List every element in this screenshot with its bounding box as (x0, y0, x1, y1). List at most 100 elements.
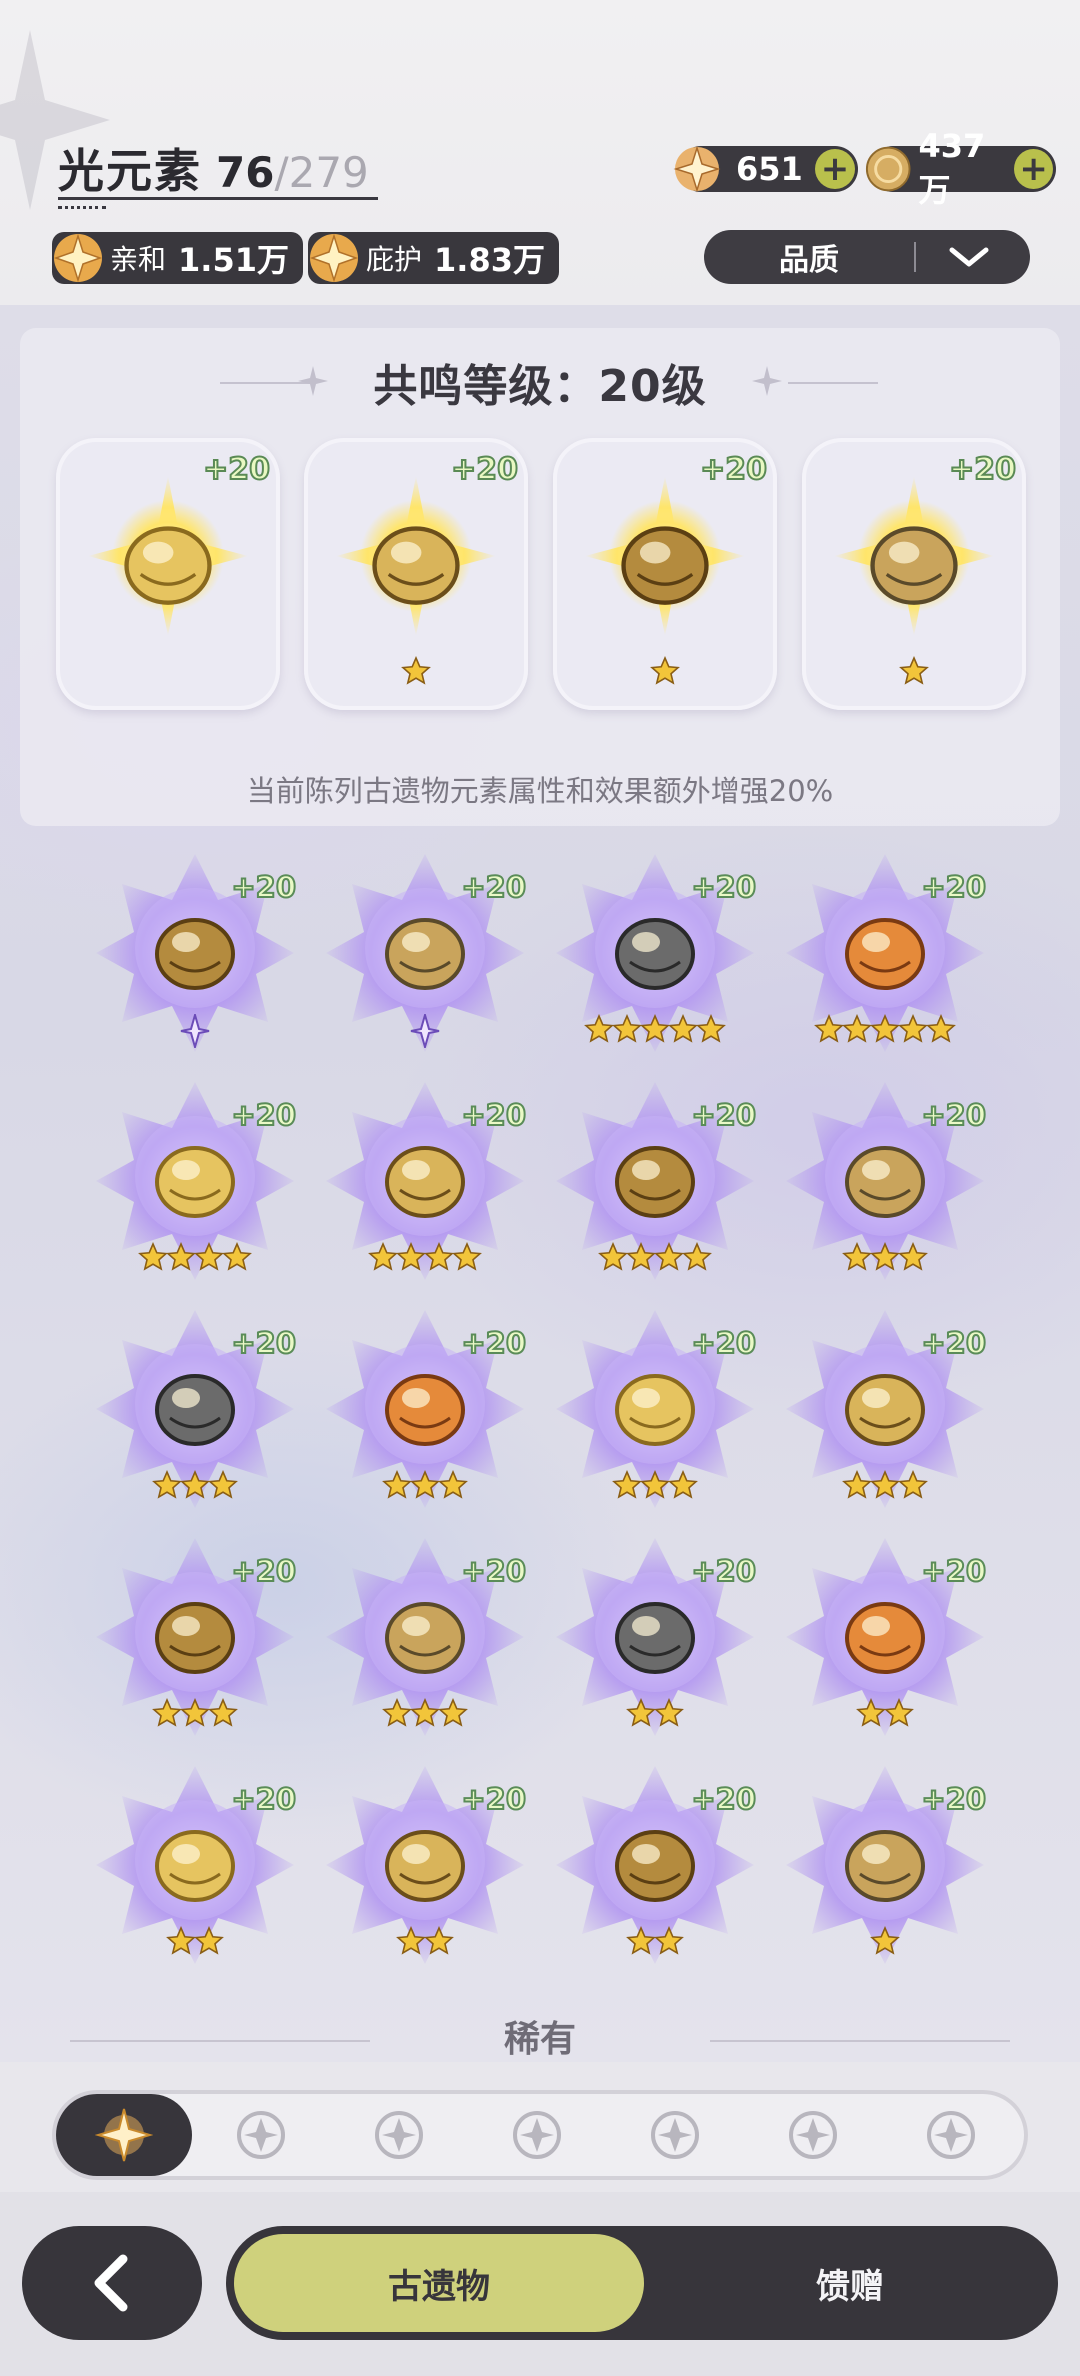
resonance-card[interactable]: +20 (56, 438, 280, 710)
bonus-label: +20 (920, 1097, 987, 1133)
relic-slot[interactable]: +20 (90, 1076, 300, 1286)
relic-slot[interactable]: +20 (780, 1304, 990, 1514)
rarity-stars (780, 1014, 990, 1048)
daruma-doll-icon (385, 1602, 465, 1674)
rarity-stars (320, 1014, 530, 1048)
resonance-panel: 共鸣等级：20级 +20 +20 +20 +20 当前陈列古遗物元素属性和效果额外增强… (20, 328, 1060, 826)
rarity-stars (550, 1698, 760, 1732)
relic-slot[interactable]: +20 (550, 1532, 760, 1742)
rarity-star-icon (382, 1470, 412, 1499)
rarity-star-icon (842, 1014, 872, 1043)
sealed-scroll-icon (385, 1374, 465, 1446)
relic-slot[interactable]: +20 (780, 1532, 990, 1742)
dark-element-icon[interactable] (922, 2106, 980, 2164)
light-element-icon[interactable] (95, 2106, 153, 2164)
rarity-star-icon (870, 1242, 900, 1271)
rarity-star-icon (208, 1470, 238, 1499)
relic-slot[interactable]: +20 (780, 1076, 990, 1286)
rarity-star-icon (438, 1470, 468, 1499)
resonance-card[interactable]: +20 (553, 438, 777, 710)
rarity-star-icon (424, 1242, 454, 1271)
relic-slot[interactable]: +20 (90, 848, 300, 1058)
tab-relics[interactable]: 古遗物 (234, 2234, 644, 2332)
rarity-star-icon (424, 1926, 454, 1955)
resonance-card[interactable]: +20 (802, 438, 1026, 710)
rarity-star-icon (870, 1926, 900, 1955)
rarity-stars (90, 1926, 300, 1960)
sort-divider (914, 242, 916, 272)
relic-slot[interactable]: +20 (320, 848, 530, 1058)
protection-value: 1.83万 (434, 241, 545, 279)
affinity-star-icon (53, 233, 103, 283)
amber-crystal-icon (385, 1146, 465, 1218)
relic-slot[interactable]: +20 (320, 1532, 530, 1742)
rarity-star-icon (612, 1470, 642, 1499)
rarity-star-icon (166, 1242, 196, 1271)
primogem-icon (673, 145, 721, 193)
affinity-stat: 亲和 1.51万 (52, 232, 303, 284)
bonus-label: +20 (690, 1781, 757, 1817)
relic-slot[interactable]: +20 (90, 1532, 300, 1742)
add-primogem-button[interactable]: + (815, 149, 855, 189)
mora-counter: 437万 + (865, 127, 1056, 209)
tab-gifts[interactable]: 馈赠 (690, 2234, 1010, 2332)
sort-dropdown[interactable]: 品质 (704, 230, 1030, 284)
bonus-label: +20 (230, 1553, 297, 1589)
wooden-charm-icon (155, 1602, 235, 1674)
bonus-label: +20 (920, 1325, 987, 1361)
rarity-star-icon (598, 1242, 628, 1271)
relic-slot[interactable]: +20 (90, 1760, 300, 1970)
rarity-star-icon (668, 1470, 698, 1499)
relic-slot[interactable]: +20 (550, 1760, 760, 1970)
resonance-level-title: 共鸣等级：20级 (373, 361, 707, 412)
relic-slot[interactable]: +20 (550, 1076, 760, 1286)
war-hammer-icon (155, 1374, 235, 1446)
rarity-stars (550, 1926, 760, 1960)
golden-lotus-orb-icon (124, 526, 212, 605)
butterfly-hairpin-icon (155, 1146, 235, 1218)
affinity-label: 亲和 (110, 243, 167, 276)
ice-element-icon[interactable] (508, 2106, 566, 2164)
bonus-label: +20 (460, 1781, 527, 1817)
rarity-stars (320, 1926, 530, 1960)
rarity-stars (802, 656, 1026, 690)
rarity-star-icon (208, 1698, 238, 1727)
relic-slot[interactable]: +20 (320, 1304, 530, 1514)
relic-slot[interactable]: +20 (320, 1076, 530, 1286)
rarity-star-icon (612, 1014, 642, 1043)
rarity-stars (304, 656, 528, 690)
grass-element-icon[interactable] (784, 2106, 842, 2164)
resonance-effect-note: 当前陈列古遗物元素属性和效果额外增强20% (246, 774, 834, 808)
rarity-stars (780, 1698, 990, 1732)
resonance-card[interactable]: +20 (304, 438, 528, 710)
rarity-star-icon (180, 1470, 210, 1499)
rarity-star-icon (696, 1014, 726, 1043)
rarity-stars (90, 1698, 300, 1732)
relic-slot[interactable]: +20 (320, 1760, 530, 1970)
rarity-star-icon (396, 1926, 426, 1955)
bonus-label: +20 (920, 1781, 987, 1817)
bonus-label: +20 (450, 451, 519, 488)
rarity-star-icon (401, 656, 431, 685)
rarity-star-icon (410, 1470, 440, 1499)
rarity-star-icon (152, 1698, 182, 1727)
relic-slot[interactable]: +20 (780, 1760, 990, 1970)
relic-slot[interactable]: +20 (550, 1304, 760, 1514)
protection-stat: 庇护 1.83万 (308, 232, 559, 284)
wind-element-icon[interactable] (370, 2106, 428, 2164)
bonus-label: +20 (699, 451, 768, 488)
bonus-label: +20 (690, 1553, 757, 1589)
bonus-label: +20 (690, 869, 757, 905)
primogem-counter: 651 + (673, 145, 858, 193)
relic-slot[interactable]: +20 (90, 1304, 300, 1514)
relic-slot[interactable]: +20 (780, 848, 990, 1058)
relic-slot[interactable]: +20 (550, 848, 760, 1058)
rarity-star-icon (438, 1698, 468, 1727)
add-mora-button[interactable]: + (1014, 149, 1053, 189)
fire-element-icon[interactable] (646, 2106, 704, 2164)
rarity-star-icon (842, 1242, 872, 1271)
back-button[interactable] (22, 2226, 202, 2340)
water-element-icon[interactable] (232, 2106, 290, 2164)
rarity-star-icon (650, 656, 680, 685)
rarity-star-icon (814, 1014, 844, 1043)
